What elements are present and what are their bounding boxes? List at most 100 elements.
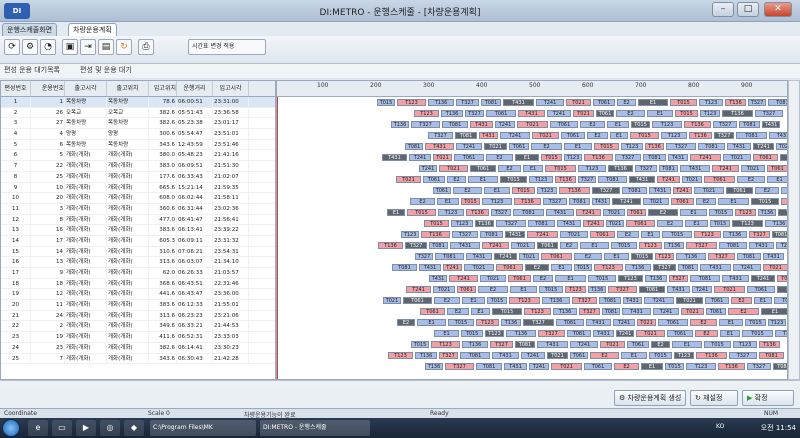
trip-bar[interactable]: E2 <box>434 297 460 304</box>
trip-bar[interactable]: T021 <box>606 220 624 227</box>
trip-bar[interactable]: T431 <box>592 198 610 205</box>
trip-bar[interactable]: T431 <box>749 242 774 249</box>
table-row[interactable]: 21 24 개화(개화) 개화(개화) 313.6 06:23:23 23:21:06 <box>1 310 275 322</box>
trip-bar[interactable]: T431 <box>382 154 407 161</box>
trip-bar[interactable]: E1 <box>767 176 787 183</box>
trip-bar[interactable]: T431 <box>503 99 534 106</box>
trip-bar[interactable]: T327 <box>608 286 637 293</box>
trip-bar[interactable]: E2 <box>728 308 759 315</box>
trip-bar[interactable]: T123 <box>509 297 540 304</box>
trip-bar[interactable]: T327 <box>538 330 565 337</box>
trip-bar[interactable]: T021 <box>383 297 401 304</box>
trip-bar[interactable]: T015 <box>541 154 562 161</box>
trip-bar[interactable]: E1 <box>754 297 772 304</box>
trip-bar[interactable]: T021 <box>480 275 506 282</box>
trip-bar[interactable]: T431 <box>622 308 651 315</box>
trip-bar[interactable]: T061 <box>454 154 484 161</box>
trip-bar[interactable]: T123 <box>529 176 553 183</box>
trip-bar[interactable]: T081 <box>392 264 417 271</box>
trip-bar[interactable]: T021 <box>484 143 507 150</box>
trip-bar[interactable]: T136 <box>501 319 521 326</box>
trip-bar[interactable]: E1 <box>718 198 749 205</box>
trip-bar[interactable]: T136 <box>696 352 727 359</box>
trip-bar[interactable]: E1 <box>387 209 405 216</box>
subtab-waiting-list[interactable]: 편성 운용 대기목록 <box>4 65 60 75</box>
trip-bar[interactable]: T081 <box>513 209 544 216</box>
confirm-button[interactable]: ▶ 확정 <box>742 390 794 406</box>
trip-bar[interactable]: T081 <box>602 308 620 315</box>
trip-bar[interactable]: T123 <box>686 363 716 370</box>
table-row[interactable]: 16 13 개화(개화) 개화(개화) 313.6 06:03:07 21:34:10 <box>1 257 275 268</box>
trip-bar[interactable]: T431 <box>722 275 749 282</box>
trip-bar[interactable]: T021 <box>433 286 455 293</box>
trip-bar[interactable]: T327 <box>491 209 511 216</box>
trip-bar[interactable]: E2 <box>447 176 466 183</box>
trip-bar[interactable]: T015 <box>742 330 773 337</box>
trip-bar[interactable]: T431 <box>557 220 581 227</box>
trip-bar[interactable]: T021 <box>547 352 568 359</box>
trip-bar[interactable]: T241 <box>494 253 517 260</box>
trip-bar[interactable]: T431 <box>450 242 480 249</box>
trip-bar[interactable]: T123 <box>732 220 763 227</box>
trip-bar[interactable]: T021 <box>532 132 559 139</box>
save-icon[interactable]: ▤ <box>98 39 114 55</box>
trip-bar[interactable]: T021 <box>694 187 724 194</box>
trip-bar[interactable]: E1 <box>621 352 647 359</box>
trip-bar[interactable]: E1 <box>680 209 707 216</box>
trip-bar[interactable]: T327 <box>615 154 641 161</box>
trip-bar[interactable]: T327 <box>635 165 657 172</box>
trip-bar[interactable]: E1 <box>685 220 708 227</box>
trip-bar[interactable]: T241 <box>406 286 431 293</box>
trip-bar[interactable]: T081 <box>567 330 591 337</box>
trip-bar[interactable]: E2 <box>777 286 787 293</box>
trip-bar[interactable]: T123 <box>431 341 460 348</box>
trip-bar[interactable]: T061 <box>508 275 531 282</box>
trip-bar[interactable]: T081 <box>622 187 647 194</box>
trip-bar[interactable]: E1 <box>555 275 586 282</box>
trip-bar[interactable]: T123 <box>652 121 682 128</box>
trip-bar[interactable]: T081 <box>435 253 464 260</box>
trip-bar[interactable]: E2 <box>616 110 645 117</box>
trip-bar[interactable]: T136 <box>475 220 494 227</box>
trip-bar[interactable]: T021 <box>676 297 703 304</box>
trip-bar[interactable]: T061 <box>627 341 649 348</box>
trip-bar[interactable]: T327 <box>523 319 554 326</box>
trip-bar[interactable]: T061 <box>423 176 445 183</box>
trip-bar[interactable]: T021 <box>396 176 421 183</box>
trip-bar[interactable]: T123 <box>537 187 557 194</box>
trip-bar[interactable]: T123 <box>578 165 606 172</box>
start-button[interactable] <box>2 419 20 437</box>
table-row[interactable]: 14 17 개화(개화) 개화(개화) 605.3 06:09:11 23:31:32 <box>1 235 275 247</box>
table-row[interactable]: 19 12 개화(개화) 개화(개화) 441.6 06:43:47 23:36:00 <box>1 289 275 301</box>
trip-bar[interactable]: T015 <box>649 352 672 359</box>
trip-bar[interactable]: T431 <box>623 297 642 304</box>
trip-bar[interactable]: T061 <box>584 363 612 370</box>
trip-bar[interactable]: T136 <box>584 154 613 161</box>
trip-bar[interactable]: E2 <box>617 231 639 238</box>
trip-bar[interactable]: T327 <box>708 253 735 260</box>
table-row[interactable]: 7 22 개화(개화) 개화(개화) 383.0 06:09:51 21:51:30 <box>1 161 275 172</box>
task-item-dimetro[interactable]: DI:METRO - 운행스케줄 <box>260 420 370 436</box>
trip-bar[interactable]: E1 <box>719 319 743 326</box>
trip-bar[interactable]: T136 <box>608 165 633 172</box>
trip-bar[interactable]: E1 <box>720 330 740 337</box>
trip-bar[interactable]: T015 <box>411 341 429 348</box>
trip-bar[interactable]: E1 <box>468 176 498 183</box>
trip-bar[interactable]: T021 <box>519 253 539 260</box>
trip-bar[interactable]: T021 <box>433 154 452 161</box>
trip-bar[interactable]: E1 <box>641 363 663 370</box>
trip-bar[interactable]: T327 <box>465 110 484 117</box>
trip-bar[interactable]: T081 <box>759 352 784 359</box>
trip-bar[interactable]: T431 <box>769 132 787 139</box>
trip-bar[interactable]: E2 <box>587 132 608 139</box>
table-row[interactable]: 23 19 개화(개화) 개화(개화) 411.6 06:52:31 23:33:03 <box>1 332 275 343</box>
trip-bar[interactable]: E2 <box>614 363 639 370</box>
table-row[interactable]: 6 5 개화(개화) 개화(개화) 380.0 05:48:23 21:41:16 <box>1 150 275 162</box>
trip-bar[interactable]: T021 <box>560 231 588 238</box>
trip-bar[interactable]: T081 <box>739 121 760 128</box>
trip-bar[interactable]: T327 <box>572 297 597 304</box>
trip-bar[interactable]: T136 <box>378 242 403 249</box>
trip-bar[interactable]: T431 <box>593 330 614 337</box>
trip-bar[interactable]: T081 <box>643 154 666 161</box>
trip-bar[interactable]: T241 <box>570 341 598 348</box>
